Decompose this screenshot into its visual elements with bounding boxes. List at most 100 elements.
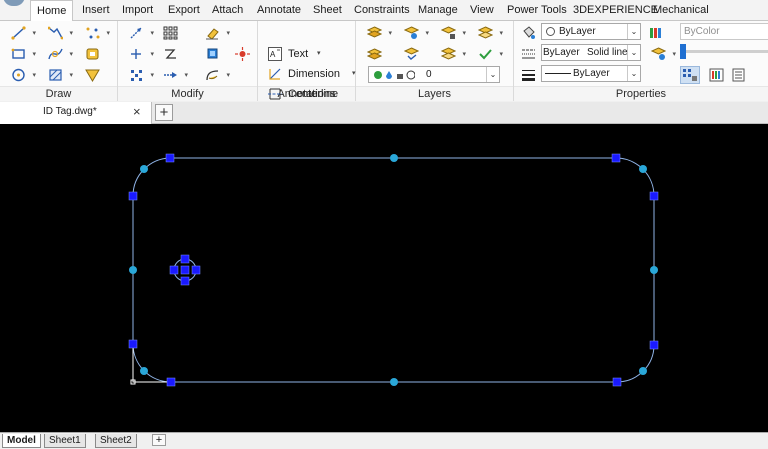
grip-vertex[interactable] <box>128 339 138 349</box>
layout-tab-sheet1[interactable]: Sheet1 <box>44 434 86 448</box>
layer-manager-tool[interactable]: ▾ <box>366 25 392 41</box>
stretch-tool[interactable]: ▾ <box>128 67 154 83</box>
copy-tool[interactable]: ▾ <box>128 46 154 62</box>
chevron-down-icon[interactable]: ▾ <box>462 50 466 58</box>
new-document-button[interactable]: + <box>155 104 173 121</box>
lineweight-tool[interactable] <box>520 67 538 83</box>
drawing-canvas[interactable] <box>0 124 768 432</box>
erase-tool[interactable]: ▾ <box>204 25 230 41</box>
array-tool[interactable] <box>162 25 180 41</box>
layout-tab-model[interactable]: Model <box>2 434 41 448</box>
layer-lock-tool[interactable]: ▾ <box>440 25 466 41</box>
tab-mechanical[interactable]: Mechanical <box>653 0 709 20</box>
trim-tool[interactable]: ▾ <box>162 67 188 83</box>
grip-circle-quadrant[interactable] <box>191 265 201 275</box>
wipeout-tool[interactable] <box>84 67 102 83</box>
draw-panel-title[interactable]: Draw <box>0 86 117 101</box>
centerline-tool[interactable]: Centerline <box>268 85 348 103</box>
annotative-toggle[interactable] <box>680 66 700 84</box>
grip-vertex[interactable] <box>649 191 659 201</box>
slider-thumb[interactable] <box>680 44 686 59</box>
grip-midpoint[interactable] <box>650 266 658 274</box>
chevron-down-icon[interactable]: ▾ <box>150 29 154 37</box>
tab-export[interactable]: Export <box>168 0 200 20</box>
chevron-down-icon[interactable]: ▾ <box>69 71 73 79</box>
grip-circle-quadrant[interactable] <box>180 254 190 264</box>
tab-sheet[interactable]: Sheet <box>313 0 342 20</box>
layers-panel-title[interactable]: Layers <box>356 86 513 101</box>
layer-on-tool[interactable]: ▾ <box>477 46 503 62</box>
chevron-down-icon[interactable]: ▾ <box>352 65 356 83</box>
grip-vertex[interactable] <box>611 153 621 163</box>
fillet-tool[interactable]: ▾ <box>204 67 230 83</box>
polyline-tool[interactable]: ▾ <box>47 25 73 41</box>
tab-power-tools[interactable]: Power Tools <box>507 0 567 20</box>
color-selector[interactable]: ByLayer ⌄ <box>541 23 641 40</box>
chevron-down-icon[interactable]: ▾ <box>388 29 392 37</box>
grip-vertex[interactable] <box>649 340 659 350</box>
hatch-tool[interactable]: ▾ <box>47 67 73 83</box>
mirror-tool[interactable] <box>162 46 180 62</box>
layer-walk-tool[interactable]: ▾ <box>477 25 503 41</box>
layer-states-tool[interactable]: ▾ <box>403 25 429 41</box>
match-properties-tool[interactable] <box>520 25 538 41</box>
chevron-down-icon[interactable]: ⌄ <box>627 45 640 60</box>
grip-vertex[interactable] <box>128 191 138 201</box>
lineweight-selector[interactable]: ByLayer ⌄ <box>541 65 641 82</box>
grip-vertex[interactable] <box>612 377 622 387</box>
line-tool[interactable]: ▾ <box>10 25 36 41</box>
chevron-down-icon[interactable]: ▾ <box>32 29 36 37</box>
close-icon[interactable]: × <box>133 104 141 119</box>
chevron-down-icon[interactable]: ▾ <box>150 71 154 79</box>
chevron-down-icon[interactable]: ▾ <box>499 50 503 58</box>
tab-import[interactable]: Import <box>122 0 153 20</box>
dimension-tool[interactable]: Dimension ▾ <box>268 65 356 83</box>
chevron-down-icon[interactable]: ▾ <box>69 50 73 58</box>
application-button[interactable] <box>0 0 28 20</box>
linetype-selector[interactable]: ByLayer Solid line ⌄ <box>541 44 641 61</box>
rounded-rectangle-outline[interactable] <box>132 157 655 383</box>
text-tool[interactable]: A Text ▾ <box>268 45 348 63</box>
add-layout-button[interactable]: + <box>152 434 166 446</box>
chevron-down-icon[interactable]: ▾ <box>226 71 230 79</box>
region-tool[interactable] <box>84 46 102 62</box>
layer-match-tool[interactable] <box>403 46 421 62</box>
rectangle-tool[interactable]: ▾ <box>10 46 36 62</box>
grip-vertex[interactable] <box>166 377 176 387</box>
chevron-down-icon[interactable]: ▾ <box>69 29 73 37</box>
chevron-down-icon[interactable]: ⌄ <box>627 66 640 81</box>
layer-selector[interactable]: 0 ⌄ <box>368 66 500 83</box>
tab-attach[interactable]: Attach <box>212 0 243 20</box>
chevron-down-icon[interactable]: ▾ <box>499 29 503 37</box>
chevron-down-icon[interactable]: ▾ <box>226 29 230 37</box>
burst-tool[interactable] <box>234 46 252 62</box>
grip-circle-center[interactable] <box>180 265 190 275</box>
circle-tool[interactable]: ▾ <box>10 67 36 83</box>
chevron-down-icon[interactable]: ⌄ <box>627 24 640 39</box>
tab-3dexperience[interactable]: 3DEXPERIENCE <box>573 0 658 20</box>
chevron-down-icon[interactable]: ▾ <box>106 29 110 37</box>
grip-midpoint[interactable] <box>140 367 148 375</box>
move-tool[interactable]: ▾ <box>128 25 154 41</box>
grip-midpoint[interactable] <box>390 154 398 162</box>
modify-panel-title[interactable]: Modify <box>118 86 257 101</box>
plot-style-selector[interactable]: ByColor <box>680 23 768 40</box>
transparency-slider[interactable] <box>680 44 768 59</box>
spline-tool[interactable]: ▾ <box>47 46 73 62</box>
grip-midpoint[interactable] <box>390 378 398 386</box>
layout-tab-sheet2[interactable]: Sheet2 <box>95 434 137 448</box>
grip-vertex[interactable] <box>165 153 175 163</box>
tab-view[interactable]: View <box>470 0 494 20</box>
properties-panel-title[interactable]: Properties <box>514 86 768 101</box>
transparency-tool[interactable]: ▾ <box>650 46 676 62</box>
linetype-tool[interactable] <box>520 46 538 62</box>
explode-tool[interactable] <box>204 46 222 62</box>
properties-palette-tool[interactable] <box>730 67 748 83</box>
tab-constraints[interactable]: Constraints <box>354 0 410 20</box>
layer-isolate-tool[interactable] <box>366 46 384 62</box>
grip-circle-quadrant[interactable] <box>169 265 179 275</box>
document-tab[interactable]: ID Tag.dwg* × <box>0 102 152 124</box>
chevron-down-icon[interactable]: ▾ <box>672 50 676 58</box>
chevron-down-icon[interactable]: ▾ <box>425 29 429 37</box>
grip-midpoint[interactable] <box>639 165 647 173</box>
